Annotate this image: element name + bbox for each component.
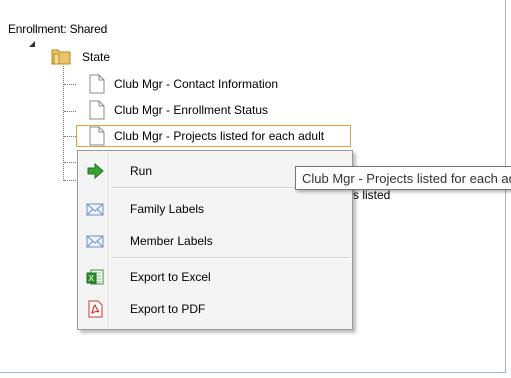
tree-folder-state[interactable]: State [82, 50, 110, 64]
report-enrollment-status[interactable]: Club Mgr - Enrollment Status [114, 103, 268, 117]
tree-connector [64, 111, 76, 112]
envelope-icon [86, 200, 104, 218]
envelope-icon [86, 232, 104, 250]
collapse-arrow-icon[interactable] [29, 41, 35, 47]
menu-item-family-labels[interactable]: Family Labels [80, 195, 350, 223]
menu-item-label: Export to Excel [130, 270, 211, 284]
tree-connector [64, 162, 76, 163]
menu-item-export-pdf[interactable]: Export to PDF [80, 295, 350, 323]
folder-icon[interactable] [51, 47, 71, 65]
svg-text:X: X [89, 274, 95, 283]
tree-connector [64, 136, 76, 137]
document-icon [89, 100, 105, 120]
hidden-report-label[interactable]: s listed [353, 188, 390, 202]
tree-root-label: Enrollment: Shared [8, 22, 108, 36]
menu-item-label: Family Labels [130, 202, 205, 216]
run-arrow-icon [86, 162, 104, 180]
menu-item-label: Member Labels [130, 234, 213, 248]
report-contact-information[interactable]: Club Mgr - Contact Information [114, 77, 278, 91]
menu-item-member-labels[interactable]: Member Labels [80, 227, 350, 255]
pdf-icon [86, 300, 104, 318]
document-icon [89, 74, 105, 94]
tree-connector [64, 84, 76, 85]
excel-icon: X [86, 268, 104, 286]
report-tree-panel: Enrollment: Shared State Club Mgr - Cont… [0, 0, 511, 373]
report-projects-listed-each-adult[interactable]: Club Mgr - Projects listed for each adul… [114, 129, 324, 143]
menu-separator [112, 257, 350, 259]
menu-item-export-excel[interactable]: X Export to Excel [80, 263, 350, 291]
tooltip: Club Mgr - Projects listed for each adul… [295, 166, 511, 190]
tree-connector [64, 180, 76, 181]
menu-item-label: Run [130, 164, 153, 178]
menu-item-label: Export to PDF [130, 302, 206, 316]
document-icon [89, 126, 105, 146]
